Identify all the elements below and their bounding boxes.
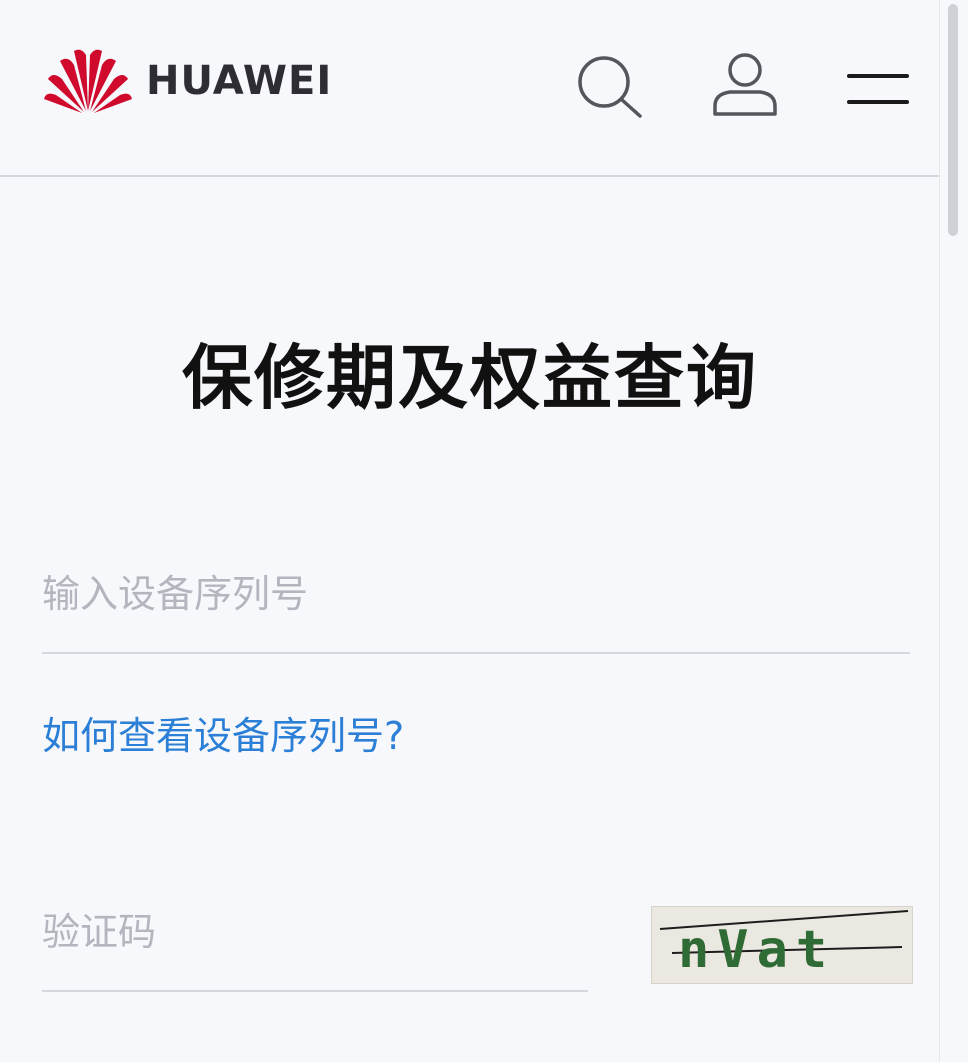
vertical-scrollbar[interactable]: [939, 0, 968, 1062]
page: HUAWEI 保修期及权益查询 如何查看设备序列号?: [0, 0, 968, 1062]
captcha-image[interactable]: nVat: [651, 906, 913, 984]
user-icon: [713, 53, 777, 116]
serial-number-input[interactable]: [42, 560, 910, 654]
captcha-graphic: nVat: [659, 910, 909, 980]
captcha-text: nVat: [678, 920, 835, 980]
huawei-logo[interactable]: HUAWEI: [44, 47, 332, 115]
menu-button[interactable]: [845, 70, 911, 110]
hamburger-menu-icon: [847, 74, 909, 104]
scrollbar-thumb[interactable]: [948, 4, 958, 236]
captcha-input[interactable]: [42, 898, 588, 992]
search-icon: [578, 56, 642, 118]
brand-name: HUAWEI: [146, 58, 333, 104]
page-title: 保修期及权益查询: [182, 337, 758, 419]
how-to-find-serial-link[interactable]: 如何查看设备序列号?: [42, 705, 404, 760]
huawei-flower-logo-icon: [44, 49, 132, 113]
top-nav-bar: HUAWEI: [0, 0, 940, 177]
search-button[interactable]: [574, 52, 644, 122]
account-button[interactable]: [710, 50, 780, 120]
